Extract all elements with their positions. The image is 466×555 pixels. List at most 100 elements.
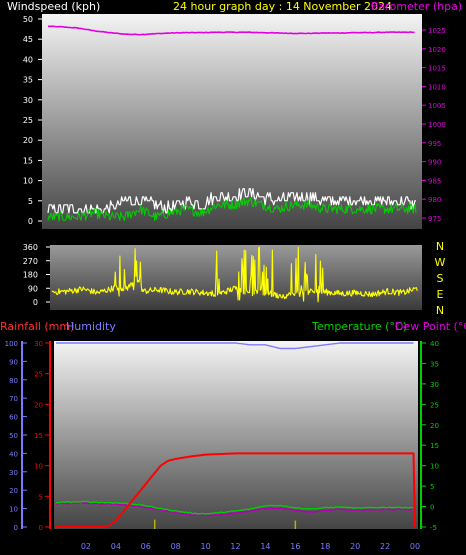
time-tick-label: 22 — [380, 542, 390, 551]
direction-tick-label: 90 — [28, 284, 38, 293]
time-tick-label: 16 — [290, 542, 300, 551]
humidity-tick-label: 20 — [9, 487, 18, 495]
humidity-tick-label: 60 — [9, 414, 18, 422]
humidity-label: Humidity — [66, 320, 116, 333]
temperature-tick-label: 10 — [430, 463, 439, 471]
direction-tick-label: 180 — [23, 271, 38, 280]
direction-tick-label: 0 — [33, 298, 38, 307]
temperature-tick-label: 25 — [430, 401, 439, 409]
wind-tick-label: 25 — [23, 116, 33, 125]
barometer-tick-label: 1000 — [428, 121, 446, 129]
wind-tick-label: 5 — [28, 197, 33, 206]
time-tick-label: 04 — [104, 231, 114, 240]
humidity-tick-label: 30 — [9, 469, 18, 477]
barometer-tick-label: 1020 — [428, 46, 446, 54]
compass-tick-label: S — [437, 272, 444, 285]
dewpoint-label: Dew Point (°C) — [395, 320, 466, 333]
temperature-tick-label: 5 — [430, 483, 434, 491]
barometer-tick-label: 1015 — [428, 65, 446, 73]
barometer-tick-label: 1025 — [428, 27, 446, 35]
weather-graph: Windspeed (kph) 24 hour graph day : 14 N… — [0, 0, 466, 551]
compass-tick-label: N — [436, 304, 444, 317]
humidity-tick-label: 40 — [9, 450, 18, 458]
time-tick-label: 02 — [74, 231, 84, 240]
windspeed-label: Windspeed (kph) — [7, 0, 100, 13]
humidity-tick-label: 10 — [9, 506, 18, 514]
time-axis-top: 02 04 06 08 10 12 14 16 18 20 22 00 — [74, 231, 422, 240]
wind-tick-label: 50 — [23, 15, 33, 24]
time-tick-label: 02 — [81, 542, 91, 551]
humidity-tick-label: 50 — [9, 432, 18, 440]
wind-tick-label: 30 — [23, 96, 33, 105]
time-tick-label: 12 — [227, 231, 237, 240]
humidity-tick-label: 0 — [14, 524, 18, 532]
time-tick-label: 06 — [141, 542, 151, 551]
time-tick-label: 06 — [135, 231, 145, 240]
direction-tick-label: 270 — [23, 257, 38, 266]
time-tick-label: 20 — [350, 231, 360, 240]
temperature-tick-label: 30 — [430, 381, 439, 389]
time-tick-label: 20 — [350, 542, 360, 551]
barometer-tick-label: 980 — [428, 196, 441, 204]
barometer-axis: 975 980 985 990 995 1000 1005 1010 1015 1020 1025 — [422, 27, 446, 223]
time-tick-label: 12 — [230, 542, 240, 551]
wind-tick-label: 15 — [23, 156, 33, 165]
temperature-tick-label: 40 — [430, 340, 439, 348]
time-tick-label: 10 — [200, 542, 210, 551]
compass-tick-label: N — [436, 240, 444, 253]
barometer-tick-label: 1005 — [428, 102, 446, 110]
rain-tick-label: 25 — [34, 371, 43, 379]
time-tick-label: 18 — [319, 231, 329, 240]
barometer-tick-label: 985 — [428, 177, 441, 185]
time-tick-label: 14 — [260, 542, 270, 551]
temperature-tick-label: 35 — [430, 360, 439, 368]
time-tick-label: 10 — [196, 231, 206, 240]
time-tick-label: 00 — [411, 231, 421, 240]
time-tick-label: 22 — [380, 231, 390, 240]
time-tick-label: 14 — [258, 231, 268, 240]
time-tick-label: 08 — [166, 231, 176, 240]
wind-tick-label: 0 — [28, 217, 33, 226]
temperature-tick-label: -5 — [430, 524, 437, 532]
compass-tick-label: E — [437, 288, 444, 301]
direction-degree-axis: 0 90 180 270 360 — [23, 243, 50, 307]
temperature-tick-label: 0 — [430, 504, 434, 512]
wind-tick-label: 10 — [23, 177, 33, 186]
humidity-tick-label: 70 — [9, 395, 18, 403]
time-tick-label: 00 — [410, 542, 420, 551]
wind-tick-label: 40 — [23, 55, 33, 64]
barometer-tick-label: 975 — [428, 215, 441, 223]
rain-tick-label: 30 — [34, 340, 43, 348]
time-tick-label: 08 — [171, 542, 181, 551]
windspeed-axis: 0 5 10 15 20 25 30 35 40 45 50 — [23, 15, 42, 226]
rainfall-label: Rainfall (mm) — [0, 320, 74, 333]
time-tick-label: 18 — [320, 542, 330, 551]
wind-tick-label: 35 — [23, 76, 33, 85]
compass-tick-label: W — [435, 256, 446, 269]
temperature-tick-label: 15 — [430, 442, 439, 450]
rain-tick-label: 5 — [39, 493, 43, 501]
time-tick-label: 16 — [288, 231, 298, 240]
wind-tick-label: 45 — [23, 35, 33, 44]
barometer-tick-label: 995 — [428, 140, 441, 148]
humidity-tick-label: 80 — [9, 377, 18, 385]
barometer-tick-label: 990 — [428, 159, 441, 167]
rain-tick-label: 15 — [34, 432, 43, 440]
barometer-tick-label: 1010 — [428, 83, 446, 91]
temperature-tick-label: 20 — [430, 422, 439, 430]
chart-title: 24 hour graph day : 14 November 2024 — [173, 0, 392, 13]
direction-tick-label: 360 — [23, 243, 38, 252]
wind-direction-plot-area — [50, 245, 422, 310]
time-tick-label: 04 — [111, 542, 121, 551]
rain-tick-label: 0 — [39, 524, 43, 532]
rain-tick-label: 10 — [34, 463, 43, 471]
compass-axis: NWSEN — [435, 240, 446, 317]
barometer-label: Barometer (hpa) — [371, 0, 462, 13]
rain-tick-label: 20 — [34, 401, 43, 409]
humidity-tick-label: 100 — [5, 340, 18, 348]
temperature-label: Temperature (°C) — [311, 320, 407, 333]
humidity-tick-label: 90 — [9, 358, 18, 366]
wind-tick-label: 20 — [23, 136, 33, 145]
temperature-rain-plot-area — [54, 341, 418, 529]
time-axis-bottom: 02 04 06 08 10 12 14 16 18 20 22 00 — [81, 542, 420, 551]
